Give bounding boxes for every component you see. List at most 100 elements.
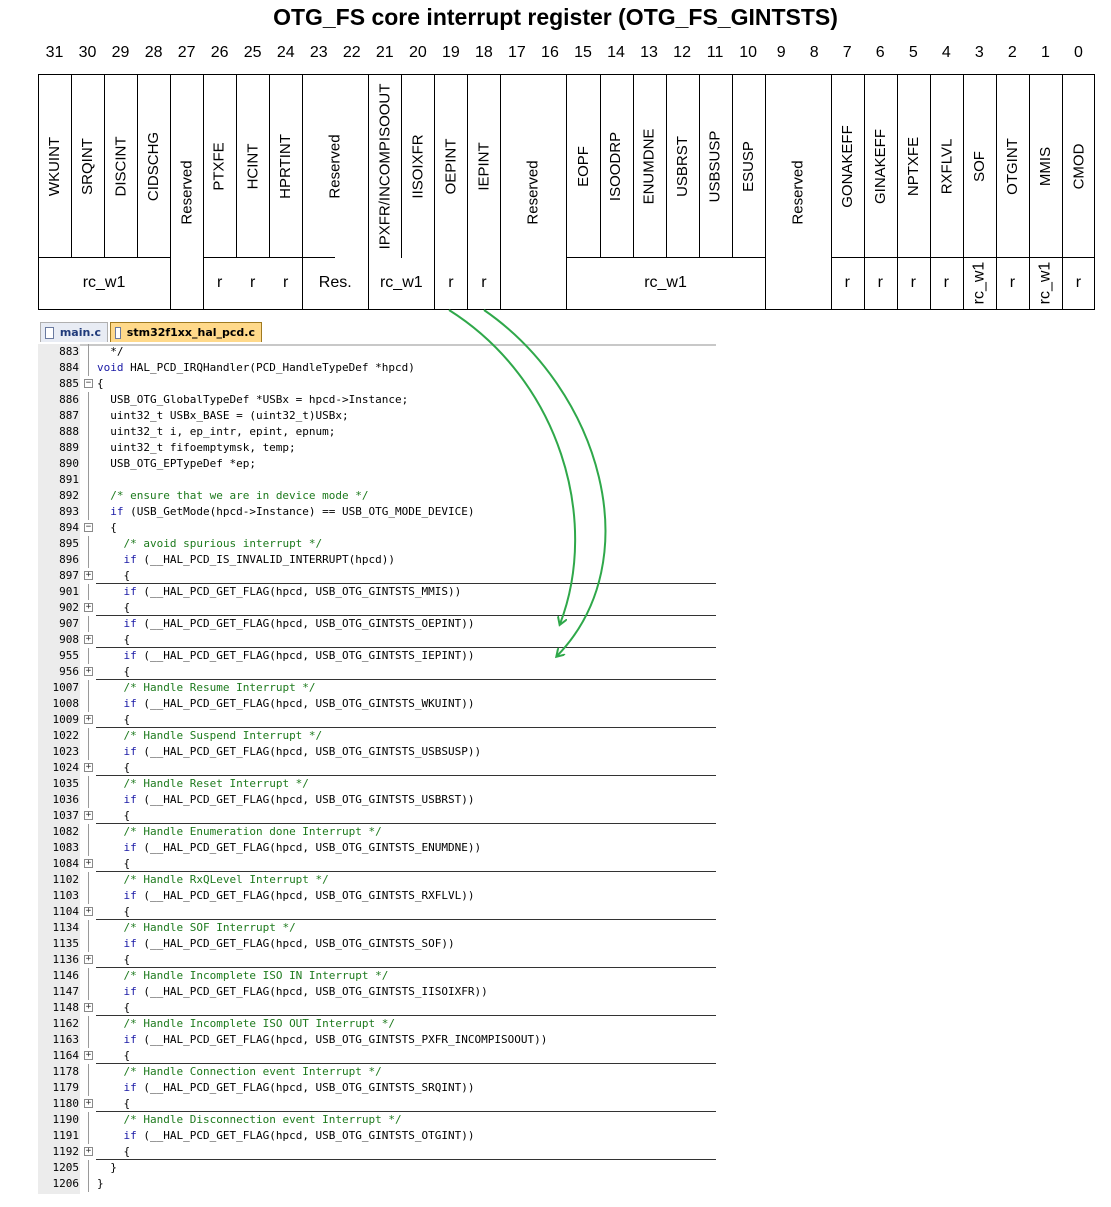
fold-collapse-icon[interactable]: −	[84, 523, 93, 532]
fold-expand-icon[interactable]: +	[84, 859, 93, 868]
code-text: {	[97, 521, 117, 534]
tab-main-c[interactable]: main.c	[40, 322, 108, 342]
bit-number: 19	[441, 44, 460, 61]
fold-guide	[88, 680, 89, 696]
tab-stm32f1xx-hal-pcd-c[interactable]: stm32f1xx_hal_pcd.c	[110, 322, 262, 342]
code-line: 1036 if (__HAL_PCD_GET_FLAG(hpcd, USB_OT…	[38, 792, 716, 808]
code-text: if (__HAL_PCD_GET_FLAG(hpcd, USB_OTG_GIN…	[123, 841, 482, 854]
fold-collapse-icon[interactable]: −	[84, 379, 93, 388]
line-number: 1009	[52, 713, 80, 726]
fold-expand-icon[interactable]: +	[84, 635, 93, 644]
line-number: 1180	[52, 1097, 80, 1110]
code-line: 884 void HAL_PCD_IRQHandler(PCD_HandleTyp…	[38, 360, 716, 376]
code-text: }	[97, 1177, 104, 1190]
register-field: OTGINT	[996, 76, 1029, 256]
code-text: if (__HAL_PCD_GET_FLAG(hpcd, USB_OTG_GIN…	[123, 985, 488, 998]
fold-guide	[88, 872, 89, 888]
register-field-label: USBRST	[673, 135, 691, 197]
code-text: if (__HAL_PCD_GET_FLAG(hpcd, USB_OTG_GIN…	[123, 617, 475, 630]
fold-expand-icon[interactable]: +	[84, 603, 93, 612]
register-field: IEPINT	[467, 76, 500, 256]
code-line: 896 if (__HAL_PCD_IS_INVALID_INTERRUPT(h…	[38, 552, 716, 568]
line-number: 1082	[52, 825, 80, 838]
code-line: 1136 + {	[38, 952, 716, 968]
code-line: 1163 if (__HAL_PCD_GET_FLAG(hpcd, USB_OT…	[38, 1032, 716, 1048]
line-number: 883	[59, 345, 79, 358]
code-line: 956 + {	[38, 664, 716, 680]
fold-expand-icon[interactable]: +	[84, 667, 93, 676]
code-text: }	[97, 1161, 117, 1174]
code-text: {	[97, 633, 131, 646]
code-line: 886 USB_OTG_GlobalTypeDef *USBx = hpcd->…	[38, 392, 716, 408]
code-line: 895 /* avoid spurious interrupt */	[38, 536, 716, 552]
code-text: /* Handle Suspend Interrupt */	[123, 729, 323, 742]
fold-expand-icon[interactable]: +	[84, 1147, 93, 1156]
fold-guide	[88, 1080, 89, 1096]
code-line: 1022 /* Handle Suspend Interrupt */	[38, 728, 716, 744]
code-line: 1082 /* Handle Enumeration done Interrup…	[38, 824, 716, 840]
register-field-label: HCINT	[244, 143, 262, 189]
register-field-label: IISOIXFR	[409, 133, 427, 199]
line-number: 907	[59, 617, 79, 630]
fold-expand-icon[interactable]: +	[84, 907, 93, 916]
line-number: 885	[59, 377, 79, 390]
register-field: Reserved	[170, 76, 203, 308]
access-type-label: r	[283, 274, 289, 291]
code-line: 893 if (USB_GetMode(hpcd->Instance) == U…	[38, 504, 716, 520]
line-number: 1103	[52, 889, 80, 902]
code-line: 1104 + {	[38, 904, 716, 920]
code-line: 1192 + {	[38, 1144, 716, 1160]
line-number: 884	[59, 361, 79, 374]
line-number: 1164	[52, 1049, 80, 1062]
register-field-label: ISOODRP	[607, 131, 625, 201]
line-number: 888	[59, 425, 79, 438]
register-field: GONAKEFF	[831, 76, 864, 256]
fold-expand-icon[interactable]: +	[84, 811, 93, 820]
fold-expand-icon[interactable]: +	[84, 1099, 93, 1108]
code-line: 1134 /* Handle SOF Interrupt */	[38, 920, 716, 936]
fold-expand-icon[interactable]: +	[84, 763, 93, 772]
line-number: 1134	[52, 921, 80, 934]
register-field: Reserved	[765, 76, 831, 308]
access-type-label: r	[1009, 274, 1016, 291]
code-line: 902 + {	[38, 600, 716, 616]
fold-expand-icon[interactable]: +	[84, 571, 93, 580]
register-field-label: CMOD	[1069, 143, 1087, 189]
code-line: 885−{	[38, 376, 716, 392]
register-field-label: MMIS	[1036, 146, 1054, 186]
register-field: OEPINT	[434, 76, 467, 256]
register-field-label: Reserved	[326, 133, 344, 199]
line-number: 1035	[52, 777, 80, 790]
fold-expand-icon[interactable]: +	[84, 1003, 93, 1012]
code-text: /* avoid spurious interrupt */	[123, 537, 323, 550]
code-text: {	[97, 665, 131, 678]
code-text: {	[97, 713, 131, 726]
fold-expand-icon[interactable]: +	[84, 715, 93, 724]
line-number: 894	[59, 521, 79, 534]
fold-guide	[88, 728, 89, 744]
line-number: 886	[59, 393, 79, 406]
code-text: */	[97, 345, 124, 358]
fold-expand-icon[interactable]: +	[84, 955, 93, 964]
line-number: 955	[59, 649, 79, 662]
code-text: /* Handle Resume Interrupt */	[123, 681, 316, 694]
line-number: 1192	[52, 1145, 80, 1158]
code-line: 1162 /* Handle Incomplete ISO OUT Interr…	[38, 1016, 716, 1032]
bit-number: 27	[177, 44, 196, 61]
code-line: 883 */	[38, 344, 716, 360]
code-line: 907 if (__HAL_PCD_GET_FLAG(hpcd, USB_OTG…	[38, 616, 716, 632]
register-field-label: CIDSCHG	[145, 131, 163, 201]
fold-expand-icon[interactable]: +	[84, 1051, 93, 1060]
register-field: ISOODRP	[600, 76, 633, 256]
access-type: r	[897, 258, 930, 308]
fold-guide	[88, 552, 89, 568]
code-line: 1179 if (__HAL_PCD_GET_FLAG(hpcd, USB_OT…	[38, 1080, 716, 1096]
bit-number: 23	[309, 44, 328, 61]
register-field: Reserved	[302, 76, 368, 256]
fold-guide	[88, 936, 89, 952]
fold-guide	[88, 488, 89, 504]
code-text: /* Handle SOF Interrupt */	[123, 921, 296, 934]
fold-guide	[88, 536, 89, 552]
code-text: {	[97, 1049, 131, 1062]
line-number: 1148	[52, 1001, 80, 1014]
